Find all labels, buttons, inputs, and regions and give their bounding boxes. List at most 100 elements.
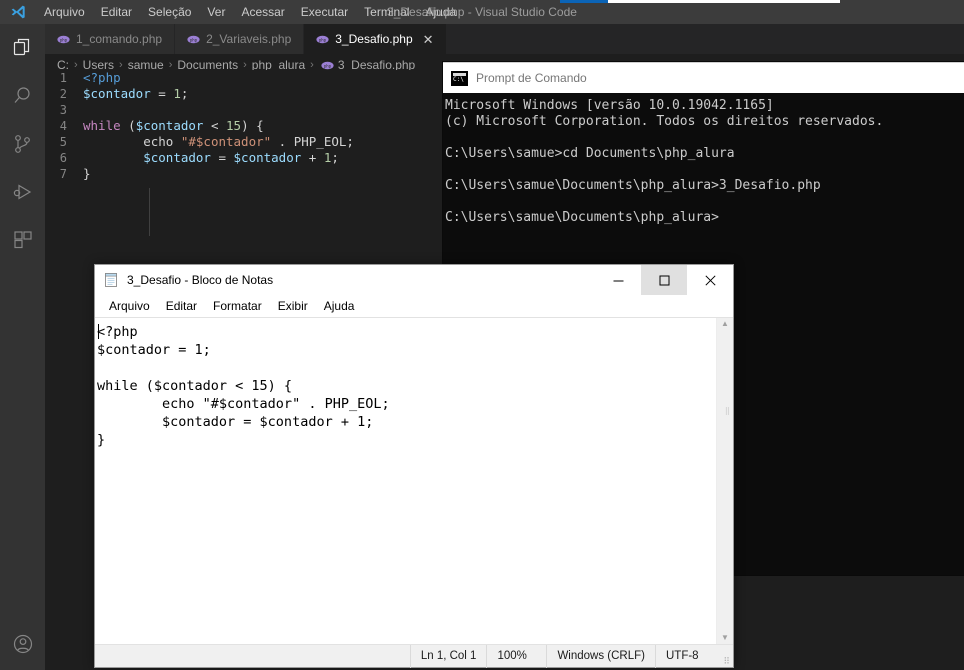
search-icon[interactable]	[0, 72, 45, 120]
status-cursor-position: Ln 1, Col 1	[409, 644, 487, 668]
tab-label: 3_Desafio.php	[335, 32, 413, 46]
code-token: <?php	[83, 70, 121, 85]
status-line-endings: Windows (CRLF)	[546, 644, 655, 668]
code-token: ;	[346, 134, 354, 149]
notepad-title-label: 3_Desafio - Bloco de Notas	[127, 273, 274, 287]
vscode-logo-icon	[0, 0, 36, 24]
code-text[interactable]: <?php	[83, 70, 121, 86]
vscode-tab-bar: php 1_comando.php php 2_Variaveis.php ph…	[45, 24, 964, 54]
menu-editar[interactable]: Editar	[93, 0, 140, 24]
code-token: 15	[226, 118, 242, 133]
notepad-menu-formatar[interactable]: Formatar	[205, 295, 270, 317]
line-number: 4	[59, 119, 67, 133]
notepad-menu-ajuda[interactable]: Ajuda	[316, 295, 363, 317]
notepad-text[interactable]: <?php $contador = 1; while ($contador < …	[95, 318, 716, 644]
code-text[interactable]: while ($contador < 15) {	[83, 118, 264, 134]
code-text[interactable]: }	[83, 166, 91, 182]
scroll-thumb-grip-icon: ⣿	[724, 408, 731, 415]
notepad-menubar[interactable]: Arquivo Editar Formatar Exibir Ajuda	[95, 295, 733, 317]
code-token: while	[83, 118, 121, 133]
line-number: 2	[59, 87, 67, 101]
notepad-menu-arquivo[interactable]: Arquivo	[101, 295, 158, 317]
code-text[interactable]: $contador = 1;	[83, 86, 188, 102]
extensions-icon[interactable]	[0, 216, 45, 264]
menu-executar[interactable]: Executar	[293, 0, 356, 24]
vscode-menubar[interactable]: Arquivo Editar Seleção Ver Acessar Execu…	[36, 0, 464, 24]
cmd-titlebar[interactable]: C:\ Prompt de Comando	[443, 62, 964, 93]
code-token: }	[83, 166, 91, 181]
code-token: =	[150, 86, 174, 101]
notepad-window[interactable]: 3_Desafio - Bloco de Notas Arquivo Edita…	[94, 264, 734, 668]
code-token: +	[301, 150, 324, 165]
line-number: 7	[59, 167, 67, 181]
code-token: 1	[173, 86, 181, 101]
svg-text:php: php	[190, 37, 198, 42]
explorer-icon[interactable]	[0, 24, 45, 72]
notepad-status-bar: Ln 1, Col 1 100% Windows (CRLF) UTF-8	[95, 644, 733, 668]
tab-label: 2_Variaveis.php	[206, 32, 292, 46]
tab-3-desafio-php[interactable]: php 3_Desafio.php ✕	[304, 24, 447, 54]
console-icon: C:\	[451, 70, 468, 86]
minimize-button[interactable]	[595, 265, 641, 295]
code-token: (	[120, 118, 136, 133]
code-token: ;	[180, 86, 189, 101]
line-number: 1	[59, 71, 67, 85]
notepad-icon	[103, 272, 119, 288]
vscode-titlebar: Arquivo Editar Seleção Ver Acessar Execu…	[0, 0, 964, 24]
code-text[interactable]: echo "#$contador" . PHP_EOL;	[83, 134, 354, 150]
code-token: PHP_EOL	[293, 134, 347, 149]
code-token: ) {	[241, 118, 264, 133]
php-file-icon: php	[187, 35, 200, 44]
desktop-screen: Arquivo Editar Seleção Ver Acessar Execu…	[0, 0, 964, 670]
php-file-icon: php	[316, 35, 329, 44]
tab-label: 1_comando.php	[76, 32, 163, 46]
menu-ajuda[interactable]: Ajuda	[418, 0, 465, 24]
close-icon[interactable]: ✕	[423, 33, 434, 46]
status-zoom-level: 100%	[486, 644, 546, 668]
indent-guide	[149, 188, 150, 236]
code-token: echo	[83, 134, 181, 149]
notepad-editor-area[interactable]: <?php $contador = 1; while ($contador < …	[95, 317, 733, 644]
cmd-title-label: Prompt de Comando	[476, 71, 587, 85]
line-number: 3	[59, 103, 67, 117]
status-encoding: UTF-8	[655, 644, 715, 668]
code-token: ;	[331, 150, 339, 165]
scroll-down-icon[interactable]: ▼	[721, 634, 729, 642]
menu-ver[interactable]: Ver	[199, 0, 233, 24]
menu-selecao[interactable]: Seleção	[140, 0, 199, 24]
php-file-icon: php	[57, 35, 70, 44]
code-token: .	[271, 134, 294, 149]
line-number: 6	[59, 151, 67, 165]
notepad-window-controls	[595, 265, 733, 295]
source-control-icon[interactable]	[0, 120, 45, 168]
text-caret	[98, 324, 99, 339]
vscode-activity-bar	[0, 24, 45, 670]
menu-acessar[interactable]: Acessar	[233, 0, 292, 24]
background-window-accent	[560, 0, 608, 3]
maximize-button[interactable]	[641, 265, 687, 295]
code-token: <	[203, 118, 227, 133]
code-token: =	[210, 150, 234, 165]
menu-terminal[interactable]: Terminal	[356, 0, 417, 24]
run-debug-icon[interactable]	[0, 168, 45, 216]
menu-arquivo[interactable]: Arquivo	[36, 0, 93, 24]
resize-grip-icon[interactable]	[715, 645, 733, 668]
tab-1-comando-php[interactable]: php 1_comando.php	[45, 24, 176, 54]
code-text[interactable]: $contador = $contador + 1;	[83, 150, 339, 166]
scroll-up-icon[interactable]: ▲	[721, 320, 729, 328]
line-number: 5	[59, 135, 67, 149]
code-token: $contador	[83, 86, 151, 101]
code-token: "#$contador"	[180, 134, 272, 149]
code-token: $contador	[143, 150, 211, 165]
notepad-menu-editar[interactable]: Editar	[158, 295, 205, 317]
notepad-scrollbar[interactable]: ▲ ▼	[716, 318, 733, 644]
console-icon-text: C:\	[453, 75, 464, 83]
close-button[interactable]	[687, 265, 733, 295]
account-icon[interactable]	[0, 620, 45, 668]
notepad-titlebar[interactable]: 3_Desafio - Bloco de Notas	[95, 265, 733, 295]
notepad-menu-exibir[interactable]: Exibir	[270, 295, 316, 317]
tab-2-variaveis-php[interactable]: php 2_Variaveis.php	[175, 24, 305, 54]
code-token: $contador	[135, 118, 204, 133]
code-token: $contador	[233, 150, 302, 165]
